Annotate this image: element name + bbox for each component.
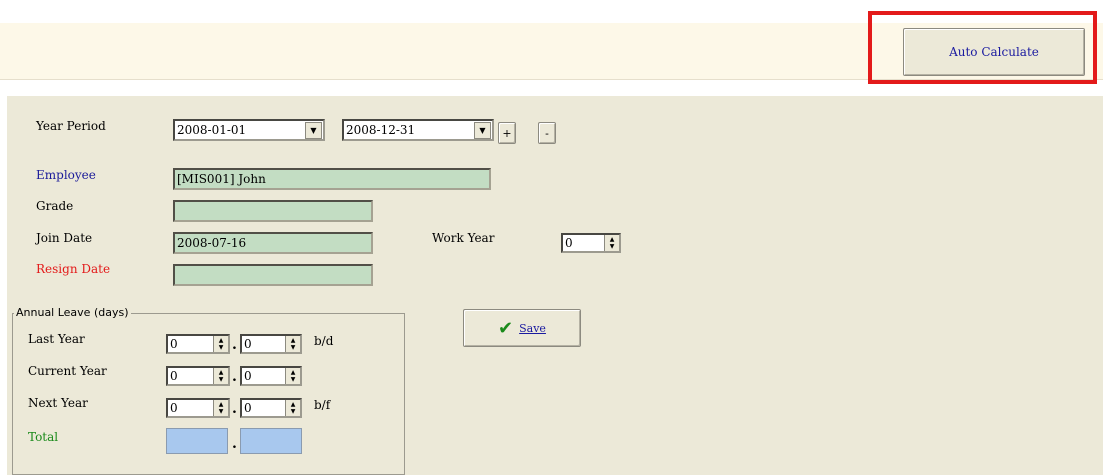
work-year-stepper[interactable]: 0 ▲ ▼	[561, 233, 621, 253]
grade-label: Grade	[36, 199, 74, 213]
grade-field[interactable]	[173, 200, 373, 222]
current-year-fraction-value: 0	[244, 369, 252, 383]
chevron-down-icon[interactable]: ▼	[474, 121, 491, 139]
decimal-separator: .	[232, 401, 237, 417]
decimal-separator: .	[232, 337, 237, 353]
employee-field[interactable]: [MIS001] John	[173, 168, 491, 190]
join-date-label: Join Date	[36, 231, 93, 245]
resign-date-field[interactable]	[173, 264, 373, 286]
period-end-value: 2008-12-31	[346, 123, 416, 137]
spinner-arrows-icon[interactable]: ▲ ▼	[285, 368, 300, 384]
employee-label: Employee	[36, 168, 96, 182]
last-year-label: Last Year	[28, 332, 85, 346]
save-button[interactable]: ✔ Save	[463, 309, 581, 347]
spinner-arrows-icon[interactable]: ▲ ▼	[285, 400, 300, 416]
total-days-field	[166, 428, 228, 454]
period-start-value: 2008-01-01	[177, 123, 247, 137]
last-year-days-value: 0	[170, 337, 178, 351]
next-year-days-value: 0	[170, 401, 178, 415]
next-year-suffix: b/f	[314, 398, 331, 412]
total-label: Total	[28, 430, 59, 444]
remove-period-button[interactable]: -	[538, 122, 556, 144]
join-date-field[interactable]: 2008-07-16	[173, 232, 373, 254]
chevron-down-icon[interactable]: ▼	[305, 121, 322, 139]
last-year-fraction-value: 0	[244, 337, 252, 351]
current-year-fraction-stepper[interactable]: 0 ▲ ▼	[240, 366, 302, 386]
last-year-fraction-stepper[interactable]: 0 ▲ ▼	[240, 334, 302, 354]
current-year-days-value: 0	[170, 369, 178, 383]
year-period-label: Year Period	[36, 119, 106, 133]
last-year-suffix: b/d	[314, 334, 334, 348]
annual-leave-title: Annual Leave (days)	[14, 306, 131, 319]
spinner-arrows-icon[interactable]: ▲ ▼	[213, 400, 228, 416]
work-year-value: 0	[565, 236, 573, 250]
next-year-fraction-value: 0	[244, 401, 252, 415]
current-year-label: Current Year	[28, 364, 107, 378]
last-year-days-stepper[interactable]: 0 ▲ ▼	[166, 334, 230, 354]
checkmark-icon: ✔	[498, 317, 514, 339]
spinner-arrows-icon[interactable]: ▲ ▼	[213, 368, 228, 384]
next-year-days-stepper[interactable]: 0 ▲ ▼	[166, 398, 230, 418]
spinner-arrows-icon[interactable]: ▲ ▼	[213, 336, 228, 352]
next-year-fraction-stepper[interactable]: 0 ▲ ▼	[240, 398, 302, 418]
save-label: Save	[519, 321, 546, 335]
spinner-arrows-icon[interactable]: ▲ ▼	[604, 235, 619, 251]
add-period-button[interactable]: +	[498, 122, 516, 144]
total-fraction-field	[240, 428, 302, 454]
resign-date-label: Resign Date	[36, 262, 111, 276]
work-year-label: Work Year	[432, 231, 495, 245]
current-year-days-stepper[interactable]: 0 ▲ ▼	[166, 366, 230, 386]
decimal-separator: .	[232, 369, 237, 385]
period-end-select[interactable]: 2008-12-31 ▼	[342, 119, 494, 141]
next-year-label: Next Year	[28, 396, 88, 410]
auto-calculate-button[interactable]: Auto Calculate	[903, 28, 1085, 76]
decimal-separator: .	[232, 436, 237, 452]
period-start-select[interactable]: 2008-01-01 ▼	[173, 119, 325, 141]
spinner-arrows-icon[interactable]: ▲ ▼	[285, 336, 300, 352]
